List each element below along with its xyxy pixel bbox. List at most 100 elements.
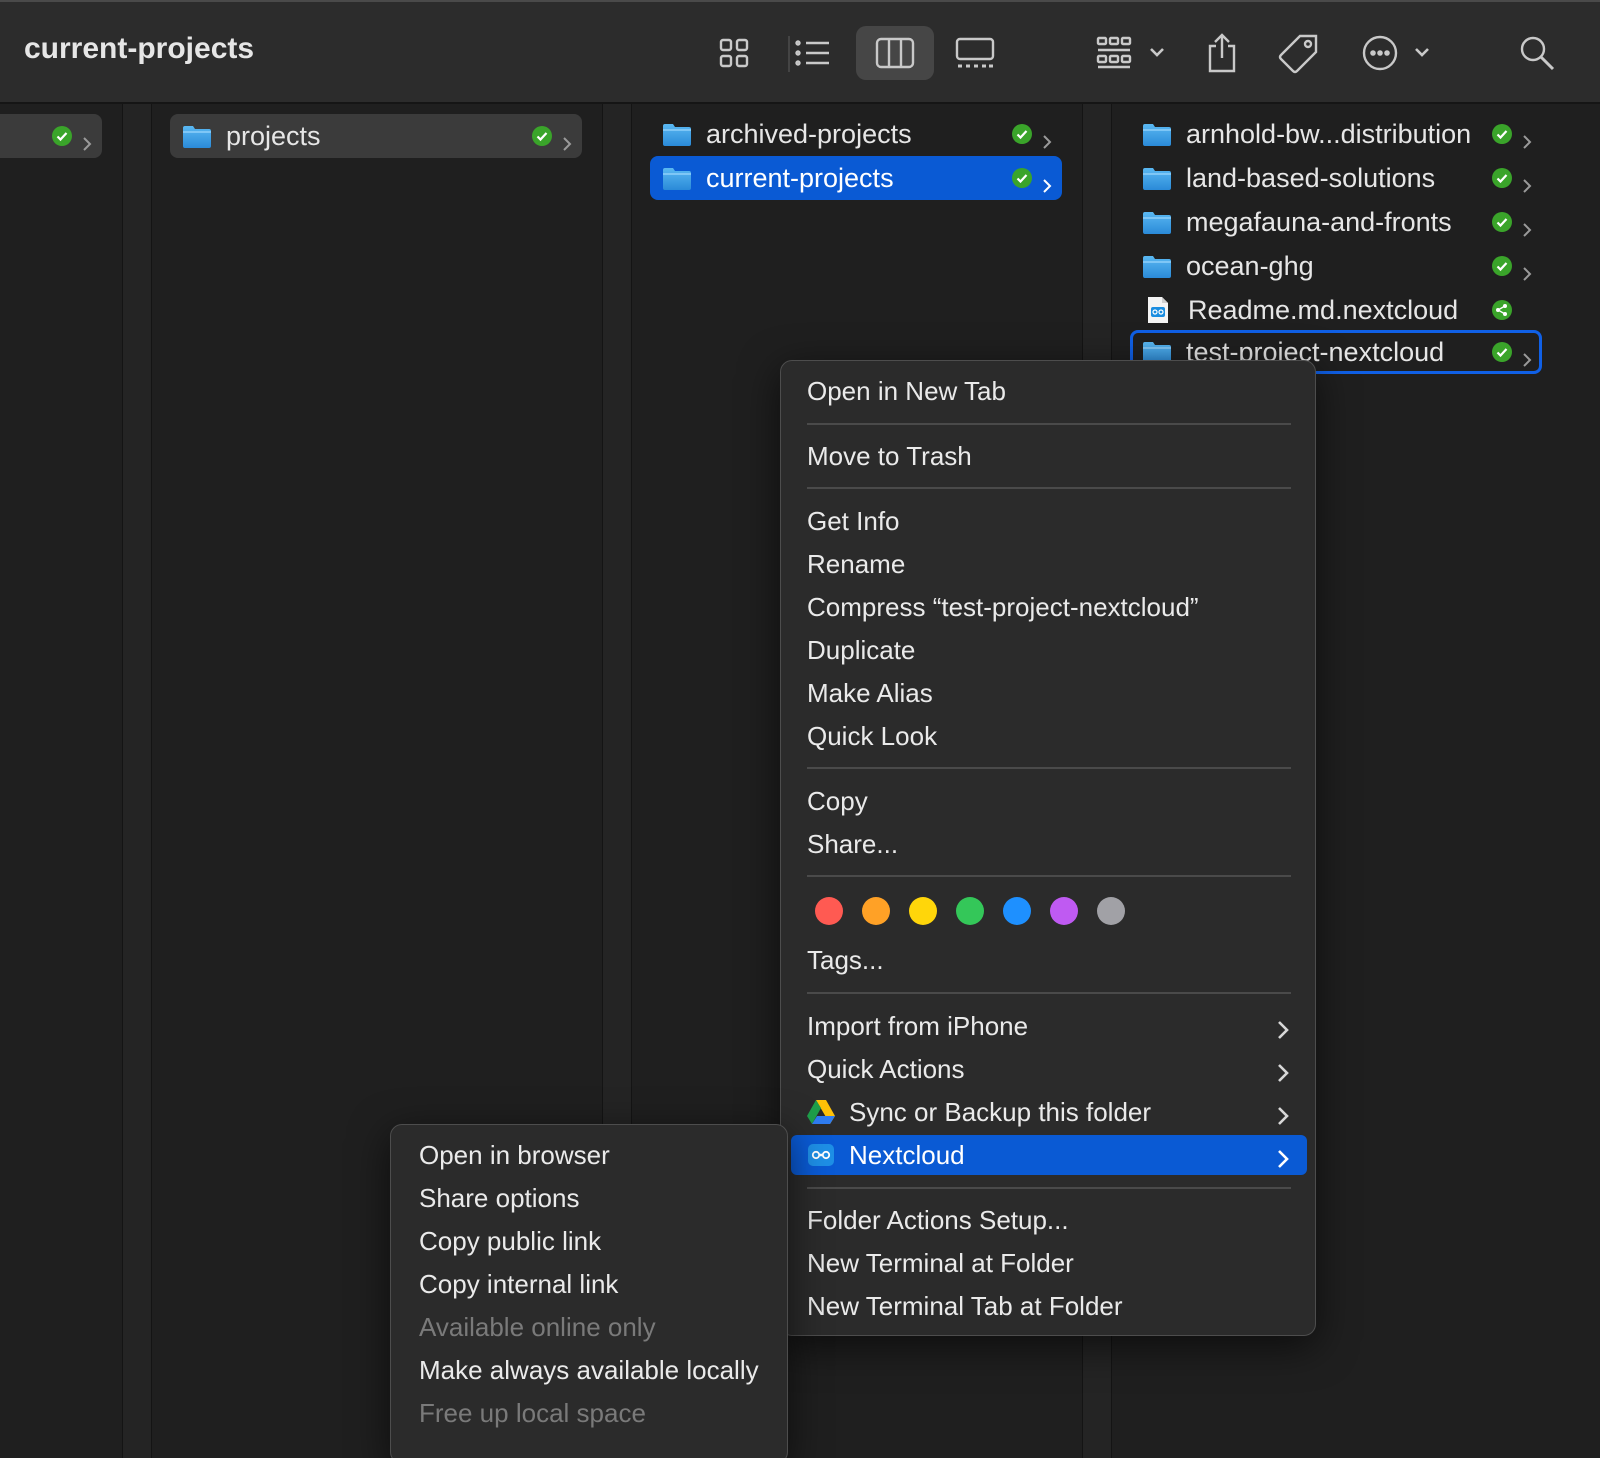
folder-icon <box>1142 254 1172 279</box>
folder-icon <box>1142 166 1172 191</box>
chevron-right-icon <box>1277 1145 1289 1168</box>
menu-item-rename[interactable]: Rename <box>791 544 1307 584</box>
chevron-right-icon <box>1042 126 1052 142</box>
chevron-right-icon <box>82 128 92 144</box>
menu-item-new-terminal[interactable]: New Terminal at Folder <box>791 1243 1307 1283</box>
menu-separator <box>807 992 1291 994</box>
tag-icon[interactable] <box>1274 26 1324 80</box>
tag-color-gray[interactable] <box>1097 897 1125 925</box>
folder-item-megafauna-and-fronts[interactable]: megafauna-and-fronts <box>1130 200 1542 244</box>
folder-icon <box>182 124 212 149</box>
synced-check-icon <box>532 126 552 146</box>
synced-check-icon <box>1012 168 1032 188</box>
folder-icon <box>662 122 692 147</box>
more-actions-icon[interactable] <box>1358 26 1436 80</box>
folder-item-arnhold[interactable]: arnhold-bw...distribution <box>1130 112 1542 156</box>
menu-item-folder-actions-setup[interactable]: Folder Actions Setup... <box>791 1200 1307 1240</box>
chevron-right-icon <box>1522 344 1532 360</box>
tag-color-green[interactable] <box>956 897 984 925</box>
submenu-item-copy-internal-link[interactable]: Copy internal link <box>401 1264 779 1304</box>
menu-item-duplicate[interactable]: Duplicate <box>791 630 1307 670</box>
menu-item-share[interactable]: Share... <box>791 824 1307 864</box>
chevron-right-icon <box>1277 1059 1289 1082</box>
context-menu: Open in New Tab Move to Trash Get Info R… <box>780 360 1316 1336</box>
menu-item-open-new-tab[interactable]: Open in New Tab <box>791 371 1307 411</box>
synced-check-icon <box>1012 124 1032 144</box>
nextcloud-submenu: Open in browser Share options Copy publi… <box>390 1124 788 1458</box>
menu-item-import-from-iphone[interactable]: Import from iPhone <box>791 1006 1307 1046</box>
synced-check-icon <box>1492 342 1512 362</box>
gallery-view-icon[interactable] <box>950 26 1000 80</box>
item-label: land-based-solutions <box>1186 162 1436 193</box>
item-label: arnhold-bw...distribution <box>1186 118 1472 149</box>
menu-item-make-alias[interactable]: Make Alias <box>791 673 1307 713</box>
submenu-item-free-up-local-space: Free up local space <box>419 1397 646 1428</box>
folder-item-archived-projects[interactable]: archived-projects <box>650 112 1062 156</box>
menu-item-copy[interactable]: Copy <box>791 781 1307 821</box>
menu-item-move-to-trash[interactable]: Move to Trash <box>791 436 1307 476</box>
chevron-right-icon <box>1522 258 1532 274</box>
folder-item-ocean-ghg[interactable]: ocean-ghg <box>1130 244 1542 288</box>
menu-item-quick-look[interactable]: Quick Look <box>791 716 1307 756</box>
chevron-right-icon <box>1042 170 1052 186</box>
item-label: projects <box>226 120 321 151</box>
column-divider[interactable] <box>122 104 152 1458</box>
submenu-item-copy-public-link[interactable]: Copy public link <box>401 1221 779 1261</box>
synced-check-icon <box>52 126 72 146</box>
finder-toolbar: current-projects <box>0 0 1600 104</box>
menu-separator <box>807 875 1291 877</box>
share-icon[interactable] <box>1198 26 1246 80</box>
menu-item-tags[interactable]: Tags... <box>791 940 1307 980</box>
menu-item-sync-backup[interactable]: Sync or Backup this folder <box>791 1092 1307 1132</box>
shared-icon <box>1492 300 1512 320</box>
menu-item-label: Nextcloud <box>849 1139 965 1170</box>
menu-separator <box>807 1187 1291 1189</box>
document-icon <box>1148 297 1168 323</box>
tag-color-orange[interactable] <box>862 897 890 925</box>
folder-item-current-projects[interactable]: current-projects <box>650 156 1062 200</box>
tag-color-red[interactable] <box>815 897 843 925</box>
folder-item-land-based-solutions[interactable]: land-based-solutions <box>1130 156 1542 200</box>
chevron-right-icon <box>1522 214 1532 230</box>
item-label: current-projects <box>706 162 894 193</box>
folder-icon <box>662 166 692 191</box>
column-view-icon[interactable] <box>856 26 934 80</box>
list-view-icon[interactable] <box>790 26 836 80</box>
tag-color-purple[interactable] <box>1050 897 1078 925</box>
item-label: Readme.md.nextcloud <box>1188 294 1459 325</box>
chevron-right-icon <box>1522 126 1532 142</box>
menu-item-compress[interactable]: Compress “test-project-nextcloud” <box>791 587 1307 627</box>
menu-separator <box>807 487 1291 489</box>
submenu-item-open-in-browser[interactable]: Open in browser <box>401 1135 779 1175</box>
google-drive-icon <box>807 1098 835 1126</box>
file-item-readme[interactable]: Readme.md.nextcloud <box>1130 288 1542 332</box>
item-label: megafauna-and-fronts <box>1186 206 1452 237</box>
tag-color-blue[interactable] <box>1003 897 1031 925</box>
synced-check-icon <box>1492 124 1512 144</box>
folder-item-projects[interactable]: projects <box>170 114 582 158</box>
menu-item-nextcloud[interactable]: Nextcloud <box>791 1135 1307 1175</box>
tag-color-yellow[interactable] <box>909 897 937 925</box>
icon-view-grid-icon[interactable] <box>712 26 756 80</box>
submenu-item-share-options[interactable]: Share options <box>401 1178 779 1218</box>
menu-item-get-info[interactable]: Get Info <box>791 501 1307 541</box>
menu-separator <box>807 767 1291 769</box>
synced-check-icon <box>1492 256 1512 276</box>
menu-item-label: Import from iPhone <box>807 1010 1029 1041</box>
chevron-right-icon <box>1277 1102 1289 1125</box>
folder-icon <box>1142 122 1172 147</box>
menu-item-label: Sync or Backup this folder <box>849 1096 1152 1127</box>
search-icon[interactable] <box>1512 26 1562 80</box>
synced-check-icon <box>1492 168 1512 188</box>
menu-item-quick-actions[interactable]: Quick Actions <box>791 1049 1307 1089</box>
menu-separator <box>807 423 1291 425</box>
synced-check-icon <box>1492 212 1512 232</box>
item-label: archived-projects <box>706 118 912 149</box>
group-by-icon[interactable] <box>1092 26 1174 80</box>
nextcloud-icon <box>807 1141 835 1169</box>
submenu-item-make-available-locally[interactable]: Make always available locally <box>401 1350 779 1390</box>
chevron-right-icon <box>1522 170 1532 186</box>
folder-icon <box>1142 210 1172 235</box>
menu-item-new-terminal-tab[interactable]: New Terminal Tab at Folder <box>791 1286 1307 1326</box>
list-item[interactable] <box>0 114 102 158</box>
